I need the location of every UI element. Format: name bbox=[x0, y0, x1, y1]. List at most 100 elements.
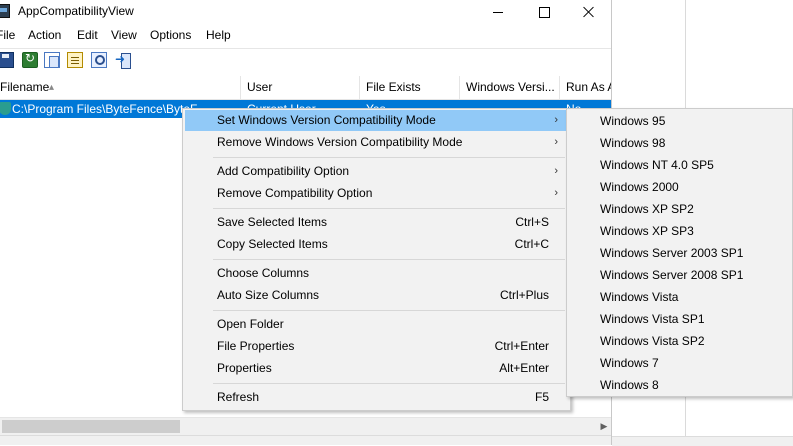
column-header-user[interactable]: User bbox=[241, 76, 360, 99]
find-icon[interactable] bbox=[91, 52, 107, 68]
submenu-item-windows-8[interactable]: Windows 8 bbox=[569, 374, 791, 396]
properties-icon[interactable] bbox=[67, 52, 83, 68]
column-header-label: Run As A bbox=[566, 80, 612, 94]
column-header-windows-version[interactable]: Windows Versi... bbox=[460, 76, 560, 99]
menu-item-choose-columns[interactable]: Choose Columns bbox=[185, 263, 568, 284]
menu-item-shortcut: Ctrl+Plus bbox=[499, 288, 549, 302]
row-filename: C:\Program Files\ByteFence\ByteF bbox=[12, 102, 198, 116]
submenu-item-server-2008-sp1[interactable]: Windows Server 2008 SP1 bbox=[569, 264, 791, 286]
submenu-item-label: Windows 98 bbox=[600, 136, 666, 150]
menu-options[interactable]: Options bbox=[150, 28, 191, 42]
submenu-item-windows-2000[interactable]: Windows 2000 bbox=[569, 176, 791, 198]
submenu-item-label: Windows XP SP2 bbox=[600, 202, 694, 216]
copy-icon[interactable] bbox=[44, 52, 60, 68]
submenu-item-windows-xp-sp3[interactable]: Windows XP SP3 bbox=[569, 220, 791, 242]
submenu-item-label: Windows 2000 bbox=[600, 180, 679, 194]
menu-item-label: Choose Columns bbox=[217, 266, 310, 280]
menu-file[interactable]: File bbox=[0, 28, 15, 42]
minimize-button[interactable] bbox=[475, 0, 521, 24]
toolbar bbox=[0, 48, 611, 73]
menu-separator bbox=[213, 208, 565, 209]
app-icon bbox=[0, 4, 10, 18]
menu-action[interactable]: Action bbox=[28, 28, 61, 42]
submenu-item-label: Windows Vista SP1 bbox=[600, 312, 705, 326]
menu-bar: File Action Edit View Options Help bbox=[0, 26, 611, 46]
menu-item-label: Copy Selected Items bbox=[217, 237, 328, 251]
submenu-item-windows-vista-sp2[interactable]: Windows Vista SP2 bbox=[569, 330, 791, 352]
column-header-label: User bbox=[247, 80, 273, 94]
column-header-label: File Exists bbox=[366, 80, 421, 94]
menu-item-refresh[interactable]: Refresh F5 bbox=[185, 387, 568, 408]
submenu-item-windows-nt4[interactable]: Windows NT 4.0 SP5 bbox=[569, 154, 791, 176]
sort-arrow-icon: ▴ bbox=[49, 82, 55, 93]
submenu-item-label: Windows Server 2008 SP1 bbox=[600, 268, 744, 282]
status-bar bbox=[0, 435, 611, 445]
column-header-label: Windows Versi... bbox=[466, 80, 555, 94]
context-menu: Set Windows Version Compatibility Mode ›… bbox=[182, 108, 571, 411]
maximize-button[interactable] bbox=[521, 0, 567, 24]
refresh-icon[interactable] bbox=[22, 51, 38, 68]
menu-view[interactable]: View bbox=[111, 28, 137, 42]
submenu-item-label: Windows XP SP3 bbox=[600, 224, 694, 238]
submenu-item-windows-7[interactable]: Windows 7 bbox=[569, 352, 791, 374]
close-icon bbox=[583, 6, 595, 18]
chevron-right-icon: › bbox=[554, 136, 558, 148]
submenu-item-windows-95[interactable]: Windows 95 bbox=[569, 110, 791, 132]
menu-item-label: Properties bbox=[217, 361, 272, 375]
window-title: AppCompatibilityView bbox=[18, 4, 134, 18]
column-header-run-as[interactable]: Run As A bbox=[560, 76, 612, 99]
minimize-icon bbox=[493, 11, 503, 13]
column-header-filename[interactable]: Filename ▴ bbox=[0, 76, 241, 99]
submenu-item-server-2003-sp1[interactable]: Windows Server 2003 SP1 bbox=[569, 242, 791, 264]
submenu-item-windows-xp-sp2[interactable]: Windows XP SP2 bbox=[569, 198, 791, 220]
menu-item-shortcut: Ctrl+Enter bbox=[494, 339, 549, 353]
menu-separator bbox=[213, 157, 565, 158]
horizontal-scrollbar[interactable]: ▶ bbox=[0, 417, 611, 435]
menu-item-properties[interactable]: Properties Alt+Enter bbox=[185, 358, 568, 379]
menu-item-label: Save Selected Items bbox=[217, 215, 328, 229]
menu-item-file-properties[interactable]: File Properties Ctrl+Enter bbox=[185, 336, 568, 357]
menu-item-label: Auto Size Columns bbox=[217, 288, 320, 302]
save-icon[interactable] bbox=[0, 52, 14, 68]
menu-help[interactable]: Help bbox=[206, 28, 231, 42]
close-button[interactable] bbox=[566, 0, 611, 24]
title-bar: AppCompatibilityView bbox=[0, 0, 611, 24]
column-header-file-exists[interactable]: File Exists bbox=[360, 76, 460, 99]
list-header: Filename ▴ User File Exists Windows Vers… bbox=[0, 76, 612, 100]
submenu-item-label: Windows 8 bbox=[600, 378, 659, 392]
exit-icon[interactable] bbox=[115, 52, 131, 69]
menu-item-shortcut: Ctrl+C bbox=[514, 237, 549, 251]
menu-item-shortcut: F5 bbox=[534, 390, 549, 404]
menu-item-shortcut: Alt+Enter bbox=[499, 361, 549, 375]
menu-separator bbox=[213, 310, 565, 311]
menu-item-remove-compat-mode[interactable]: Remove Windows Version Compatibility Mod… bbox=[185, 132, 568, 153]
menu-separator bbox=[213, 383, 565, 384]
menu-item-label: Set Windows Version Compatibility Mode bbox=[217, 113, 436, 127]
menu-separator bbox=[213, 259, 565, 260]
submenu-item-label: Windows Server 2003 SP1 bbox=[600, 246, 744, 260]
submenu-item-label: Windows Vista SP2 bbox=[600, 334, 705, 348]
menu-item-auto-size-columns[interactable]: Auto Size Columns Ctrl+Plus bbox=[185, 285, 568, 306]
chevron-right-icon: › bbox=[554, 114, 558, 126]
submenu-item-windows-98[interactable]: Windows 98 bbox=[569, 132, 791, 154]
menu-item-label: Refresh bbox=[217, 390, 260, 404]
menu-item-shortcut: Ctrl+S bbox=[515, 215, 549, 229]
menu-item-label: Remove Windows Version Compatibility Mod… bbox=[217, 135, 463, 149]
submenu-item-label: Windows Vista bbox=[600, 290, 679, 304]
menu-item-set-compat-mode[interactable]: Set Windows Version Compatibility Mode › bbox=[185, 110, 568, 131]
submenu-item-windows-vista-sp1[interactable]: Windows Vista SP1 bbox=[569, 308, 791, 330]
menu-edit[interactable]: Edit bbox=[77, 28, 98, 42]
menu-item-label: File Properties bbox=[217, 339, 295, 353]
menu-item-label: Remove Compatibility Option bbox=[217, 186, 373, 200]
menu-item-open-folder[interactable]: Open Folder bbox=[185, 314, 568, 335]
menu-item-add-compat-option[interactable]: Add Compatibility Option › bbox=[185, 161, 568, 182]
submenu-item-windows-vista[interactable]: Windows Vista bbox=[569, 286, 791, 308]
menu-item-save-selected[interactable]: Save Selected Items Ctrl+S bbox=[185, 212, 568, 233]
scroll-right-icon[interactable]: ▶ bbox=[596, 418, 611, 435]
submenu-item-label: Windows NT 4.0 SP5 bbox=[600, 158, 714, 172]
scrollbar-thumb[interactable] bbox=[2, 420, 180, 433]
menu-item-remove-compat-option[interactable]: Remove Compatibility Option › bbox=[185, 183, 568, 204]
submenu-item-label: Windows 95 bbox=[600, 114, 666, 128]
menu-item-copy-selected[interactable]: Copy Selected Items Ctrl+C bbox=[185, 234, 568, 255]
column-header-label: Filename bbox=[0, 80, 50, 94]
